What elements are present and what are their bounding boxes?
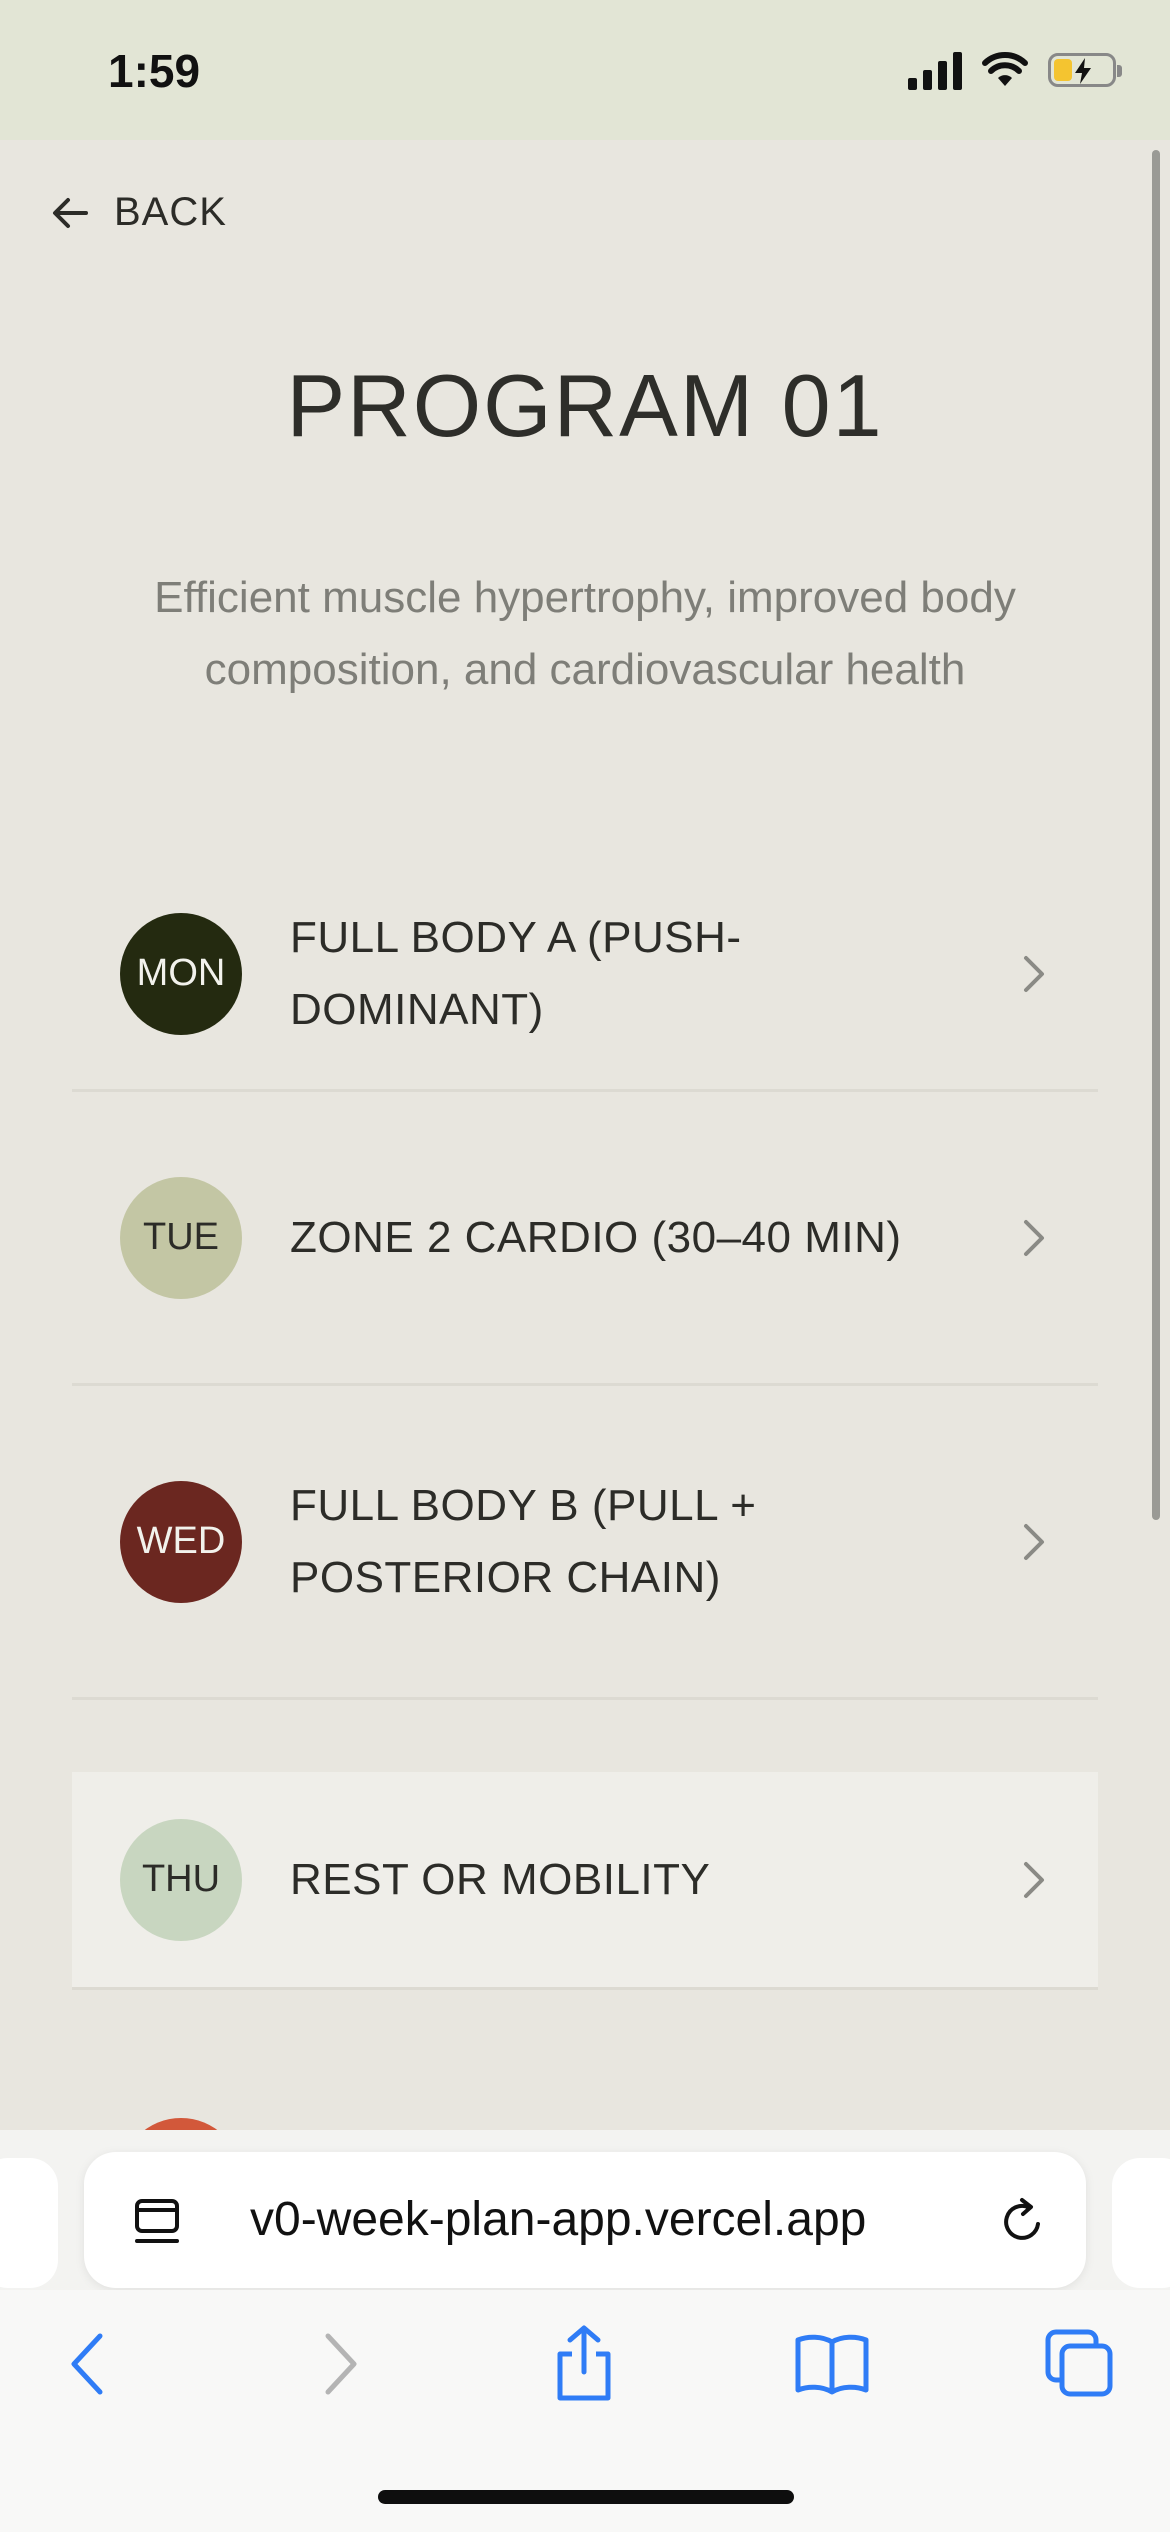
program-description: Efficient muscle hypertrophy, improved b… — [154, 573, 1016, 694]
chevron-right-icon — [1024, 1523, 1044, 1560]
workout-title: REST OR MOBILITY — [290, 1854, 711, 1904]
day-row-mon[interactable]: MON FULL BODY A (PUSH-DOMINANT) — [72, 858, 1098, 1092]
day-badge: WED — [120, 1480, 242, 1603]
day-row-tue[interactable]: TUE ZONE 2 CARDIO (30–40 MIN) — [72, 1092, 1098, 1386]
chevron-right-icon — [1024, 1219, 1044, 1256]
day-row-wed[interactable]: WED FULL BODY B (PULL + POSTERIOR CHAIN) — [72, 1386, 1098, 1700]
day-row-thu[interactable]: THU REST OR MOBILITY — [72, 1772, 1098, 1990]
next-tab-preview[interactable] — [1112, 2158, 1170, 2288]
wifi-icon — [982, 52, 1028, 86]
forward-nav-icon[interactable] — [320, 2332, 360, 2396]
back-label: BACK — [114, 190, 227, 234]
arrow-left-icon — [53, 197, 88, 228]
status-icons — [908, 50, 1122, 90]
previous-tab-preview[interactable] — [0, 2158, 58, 2288]
workout-title: FULL BODY B (PULL + POSTERIOR CHAIN) — [290, 1480, 757, 1602]
day-badge: MON — [120, 912, 242, 1035]
day-badge: TUE — [120, 1176, 242, 1299]
page-title: PROGRAM 01 — [286, 356, 884, 455]
day-list: MON FULL BODY A (PUSH-DOMINANT) TUE ZONE… — [72, 858, 1098, 1990]
home-indicator[interactable] — [378, 2490, 794, 2504]
status-time: 1:59 — [108, 45, 201, 97]
day-badge: THU — [120, 1818, 242, 1941]
chevron-right-icon — [1024, 955, 1044, 992]
workout-title: FULL BODY A (PUSH-DOMINANT) — [290, 912, 742, 1034]
back-nav-icon[interactable] — [68, 2332, 108, 2396]
url-text: v0-week-plan-app.vercel.app — [250, 2193, 867, 2246]
browser-toolbar — [0, 2290, 1170, 2532]
bookmarks-icon[interactable] — [794, 2332, 870, 2396]
chevron-right-icon — [1024, 1861, 1044, 1898]
address-bar[interactable]: v0-week-plan-app.vercel.app — [84, 2152, 1086, 2288]
cellular-signal-icon — [908, 50, 962, 90]
page-menu-icon[interactable] — [134, 2198, 184, 2244]
battery-icon — [1048, 53, 1122, 87]
status-bar: 1:59 — [0, 0, 1170, 140]
workout-title: ZONE 2 CARDIO (30–40 MIN) — [290, 1212, 902, 1262]
share-icon[interactable] — [552, 2324, 616, 2402]
reload-icon[interactable] — [998, 2196, 1046, 2246]
tabs-icon[interactable] — [1044, 2328, 1114, 2398]
back-button[interactable]: BACK — [50, 190, 227, 235]
